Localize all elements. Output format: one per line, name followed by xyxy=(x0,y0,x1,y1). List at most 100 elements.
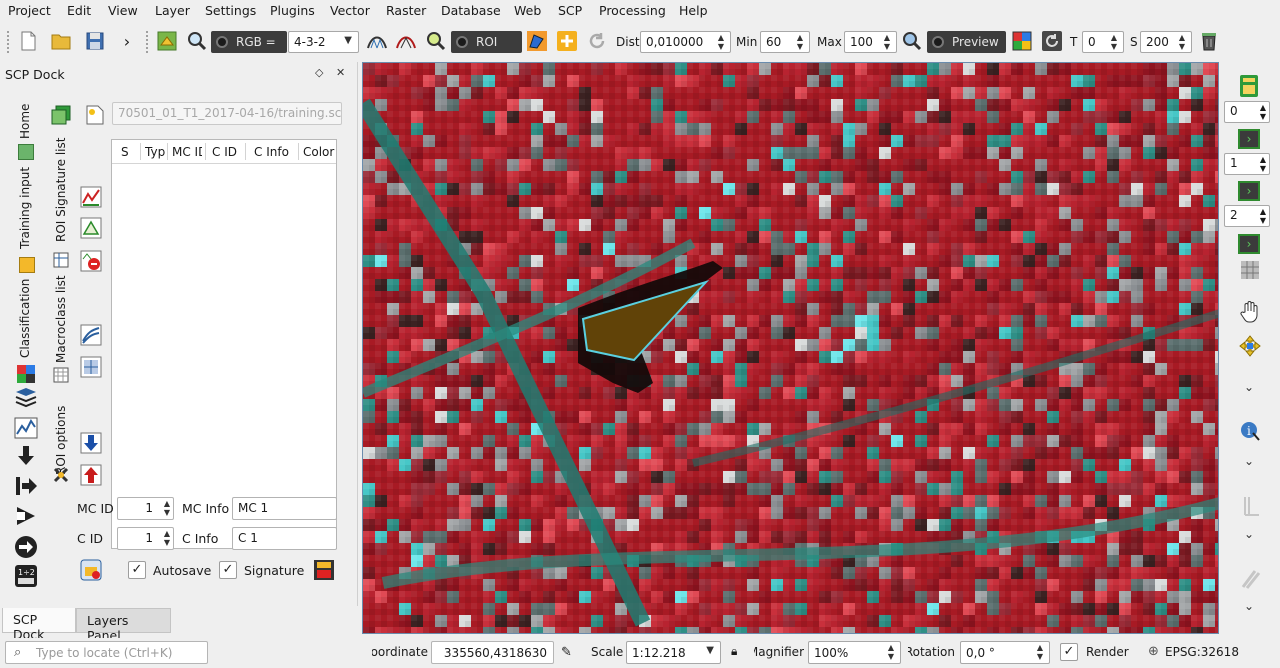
save-training-icon[interactable] xyxy=(50,104,72,126)
min-spinbox[interactable]: 60 ▲ ▼ xyxy=(760,31,810,53)
chevron-down-icon[interactable]: ⌄ xyxy=(1244,380,1254,394)
spectral-signature-plot-icon[interactable] xyxy=(80,186,102,208)
menu-help[interactable]: Help xyxy=(679,3,708,18)
signature-checkbox[interactable]: ✓ xyxy=(219,561,237,579)
render-checkbox[interactable]: ✓ xyxy=(1060,643,1078,661)
menu-database[interactable]: Database xyxy=(441,3,501,18)
download-arrow-icon[interactable] xyxy=(14,444,38,468)
tab-macroclass-list[interactable]: Macroclass list xyxy=(54,274,68,364)
training-file-path-field[interactable]: 70501_01_T1_2017-04-16/training.scp xyxy=(112,102,342,125)
layers-stack-icon[interactable] xyxy=(14,386,38,408)
import-arrow-icon[interactable] xyxy=(14,474,38,498)
menu-processing[interactable]: Processing xyxy=(599,3,666,18)
band-spinbox-2[interactable]: 2 ▲ ▼ xyxy=(1224,205,1270,227)
redo-preview-button[interactable] xyxy=(1040,29,1064,53)
globe-crs-icon[interactable]: ⊕ xyxy=(1148,644,1159,659)
rotation-spinbox[interactable]: 0,0 ° ▲ ▼ xyxy=(960,641,1050,664)
measure-icon[interactable] xyxy=(1239,494,1261,518)
menu-raster[interactable]: Raster xyxy=(386,3,426,18)
column-mc-id[interactable]: MC ID xyxy=(172,145,202,159)
redo-roi-button[interactable] xyxy=(585,29,609,53)
undo-save-icon[interactable] xyxy=(79,558,103,582)
tab-training-input[interactable]: Training input xyxy=(18,165,32,250)
local-stretch-button[interactable] xyxy=(365,29,389,53)
open-project-button[interactable] xyxy=(49,29,73,53)
mc-info-field[interactable]: MC 1 xyxy=(232,497,337,520)
open-training-file-icon[interactable] xyxy=(84,104,106,126)
menu-project[interactable]: Project xyxy=(8,3,51,18)
band-apply-button-2[interactable]: › xyxy=(1238,234,1260,254)
rgb-band-select[interactable]: 4-3-2 ▼ xyxy=(288,31,359,53)
new-project-button[interactable] xyxy=(16,29,40,53)
magnifier-spinbox[interactable]: 100% ▲ ▼ xyxy=(808,641,901,664)
roi-signature-table[interactable]: S Type MC ID C ID C Info Color xyxy=(111,139,337,549)
menu-layer[interactable]: Layer xyxy=(155,3,190,18)
tab-classification[interactable]: Classification xyxy=(18,279,32,358)
delete-signature-icon[interactable] xyxy=(80,250,102,272)
s-spinbox[interactable]: 200 ▲ ▼ xyxy=(1140,31,1192,53)
mc-id-spinbox[interactable]: 1 ▲ ▼ xyxy=(117,497,174,520)
export-arrow-icon[interactable] xyxy=(14,535,38,559)
add-roi-button[interactable] xyxy=(555,29,579,53)
menu-settings[interactable]: Settings xyxy=(205,3,256,18)
play-arrow-icon[interactable] xyxy=(14,504,38,528)
scatter-plot-icon[interactable] xyxy=(80,217,102,239)
locator-search-input[interactable]: ⌕ Type to locate (Ctrl+K) xyxy=(5,641,208,664)
merge-signatures-icon[interactable] xyxy=(80,324,102,346)
zoom-roi-button[interactable] xyxy=(424,29,448,53)
zoom-preview-button[interactable] xyxy=(900,29,924,53)
c-info-field[interactable]: C 1 xyxy=(232,527,337,550)
column-c-info[interactable]: C Info xyxy=(254,145,296,159)
rgb-toggle[interactable]: RGB = xyxy=(211,31,287,53)
export-signatures-icon[interactable] xyxy=(80,464,102,486)
zoom-image-button[interactable] xyxy=(185,29,209,53)
menu-web[interactable]: Web xyxy=(514,3,541,18)
menu-view[interactable]: View xyxy=(108,3,138,18)
chevron-down-icon[interactable]: ⌄ xyxy=(1244,527,1254,541)
toolbar-grip[interactable] xyxy=(6,30,10,54)
dist-spinbox[interactable]: 0,010000 ▲ ▼ xyxy=(640,31,731,53)
crs-value[interactable]: EPSG:32618 xyxy=(1165,645,1239,659)
scale-select[interactable]: 1:12.218 ▼ xyxy=(626,641,721,664)
save-roi-icon[interactable] xyxy=(312,558,336,582)
tab-home[interactable]: Home xyxy=(18,100,32,142)
pan-hand-icon[interactable] xyxy=(1239,300,1261,324)
save-project-button[interactable] xyxy=(83,29,107,53)
close-dock-icon[interactable]: ✕ xyxy=(336,66,345,79)
menu-vector[interactable]: Vector xyxy=(330,3,370,18)
pan-to-selection-icon[interactable] xyxy=(1239,335,1261,357)
tab-layers-panel[interactable]: Layers Panel xyxy=(76,608,171,643)
menu-edit[interactable]: Edit xyxy=(67,3,91,18)
band-spinbox-1[interactable]: 1 ▲ ▼ xyxy=(1224,153,1270,175)
preview-toggle[interactable]: Preview xyxy=(927,31,1006,53)
chevron-down-icon[interactable]: ⌄ xyxy=(1244,599,1254,613)
max-spinbox[interactable]: 100 ▲ ▼ xyxy=(844,31,897,53)
annotation-icon[interactable] xyxy=(1239,567,1261,591)
chevron-down-icon[interactable]: ⌄ xyxy=(1244,454,1254,468)
classification-preview-button[interactable] xyxy=(1010,29,1034,53)
toolbar-grip-2[interactable] xyxy=(145,30,149,54)
band-set-icon[interactable] xyxy=(16,364,36,384)
raster-settings-icon[interactable] xyxy=(1239,259,1261,281)
band-spinbox-0[interactable]: 0 ▲ ▼ xyxy=(1224,101,1270,123)
map-canvas[interactable] xyxy=(362,62,1219,634)
column-s[interactable]: S xyxy=(121,145,133,159)
scp-input-button[interactable] xyxy=(155,29,179,53)
t-spinbox[interactable]: 0 ▲ ▼ xyxy=(1082,31,1124,53)
coordinate-field[interactable]: 335560,4318630 xyxy=(431,641,554,664)
identify-info-icon[interactable]: i xyxy=(1239,420,1261,442)
toggle-extents-icon[interactable]: ✎ xyxy=(561,645,572,660)
column-type[interactable]: Type xyxy=(145,145,165,159)
band-apply-button-0[interactable]: › xyxy=(1238,129,1260,149)
column-color[interactable]: Color xyxy=(303,145,337,159)
roi-toggle[interactable]: ROI xyxy=(451,31,522,53)
float-dock-icon[interactable]: ◇ xyxy=(315,66,323,79)
import-signatures-icon[interactable] xyxy=(80,432,102,454)
stretch-curve-button[interactable] xyxy=(394,29,418,53)
more-tools-chevron-icon[interactable]: › xyxy=(115,29,139,53)
band-apply-button-1[interactable]: › xyxy=(1238,181,1260,201)
calculate-signatures-icon[interactable] xyxy=(80,356,102,378)
spectral-plot-icon[interactable] xyxy=(14,417,38,439)
lock-scale-icon[interactable]: 🔒︎ xyxy=(731,644,737,659)
column-c-id[interactable]: C ID xyxy=(212,145,242,159)
